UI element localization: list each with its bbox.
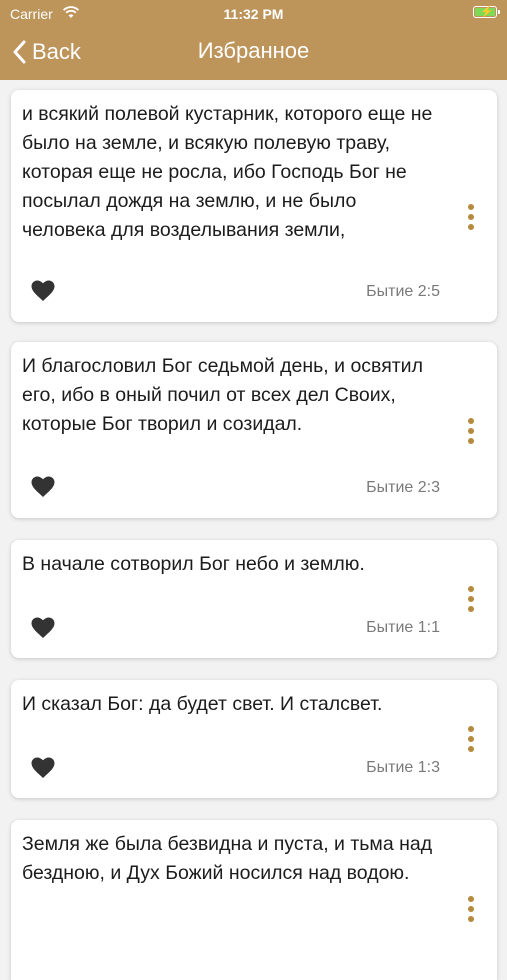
verse-text: В начале сотворил Бог небо и землю. <box>22 553 365 575</box>
verse-text: И сказал Бог: да будет свет. И сталсвет. <box>22 693 383 715</box>
verse-reference: Бытие 1:3 <box>366 759 440 776</box>
verse-text: Земля же была безвидна и пуста, и тьма н… <box>22 833 433 884</box>
verse-reference: Бытие 2:3 <box>366 479 440 496</box>
verse-reference: Бытие 1:1 <box>366 619 440 636</box>
heart-icon[interactable] <box>31 757 55 779</box>
heart-icon[interactable] <box>31 476 55 498</box>
chevron-left-icon <box>13 40 26 64</box>
verse-text: и всякий полевой кустарник, которого еще… <box>22 103 433 241</box>
more-vertical-icon[interactable] <box>467 726 475 752</box>
more-vertical-icon[interactable] <box>467 418 475 444</box>
favorite-card[interactable]: И сказал Бог: да будет свет. И сталсвет.… <box>11 680 497 798</box>
heart-icon[interactable] <box>31 280 55 302</box>
verse-reference: Бытие 2:5 <box>366 283 440 300</box>
navigation-header: Carrier 11:32 PM ⚡ Back Избранное <box>0 0 507 80</box>
favorite-card[interactable]: И благословил Бог седьмой день, и освяти… <box>11 342 497 518</box>
favorite-card[interactable]: Земля же была безвидна и пуста, и тьма н… <box>11 820 497 980</box>
favorite-card[interactable]: В начале сотворил Бог небо и землю. Быти… <box>11 540 497 658</box>
heart-icon[interactable] <box>31 617 55 639</box>
favorite-card[interactable]: и всякий полевой кустарник, которого еще… <box>11 90 497 322</box>
more-vertical-icon[interactable] <box>467 204 475 230</box>
status-bar: Carrier 11:32 PM ⚡ <box>0 0 507 28</box>
back-label: Back <box>32 39 81 64</box>
verse-text: И благословил Бог седьмой день, и освяти… <box>22 355 423 435</box>
back-button[interactable]: Back <box>12 36 81 68</box>
battery-charging-icon: ⚡ <box>473 6 500 18</box>
status-time: 11:32 PM <box>223 6 284 22</box>
more-vertical-icon[interactable] <box>467 586 475 612</box>
